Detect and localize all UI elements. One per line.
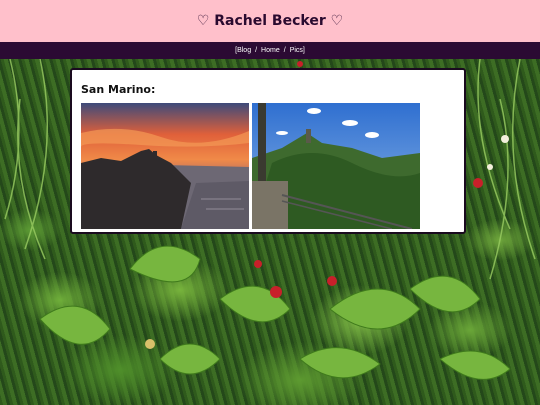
- photo-card: San Marino:: [70, 68, 466, 234]
- nav-separator: /: [255, 47, 258, 54]
- site-header: ♡ Rachel Becker ♡: [0, 0, 540, 42]
- site-title: ♡ Rachel Becker ♡: [196, 13, 344, 29]
- nav-separator: /: [283, 47, 286, 54]
- nav-bar: [ Blog / Home / Pics ]: [0, 42, 540, 59]
- san-marino-sunset-photo: [81, 103, 249, 229]
- san-marino-hilltop-photo: [252, 103, 420, 229]
- nav-close-bracket: ]: [302, 47, 305, 54]
- nav-link-home[interactable]: Home: [261, 47, 280, 54]
- card-title: San Marino:: [81, 83, 156, 96]
- nav-link-pics[interactable]: Pics: [290, 47, 303, 54]
- nav-link-blog[interactable]: Blog: [237, 47, 251, 54]
